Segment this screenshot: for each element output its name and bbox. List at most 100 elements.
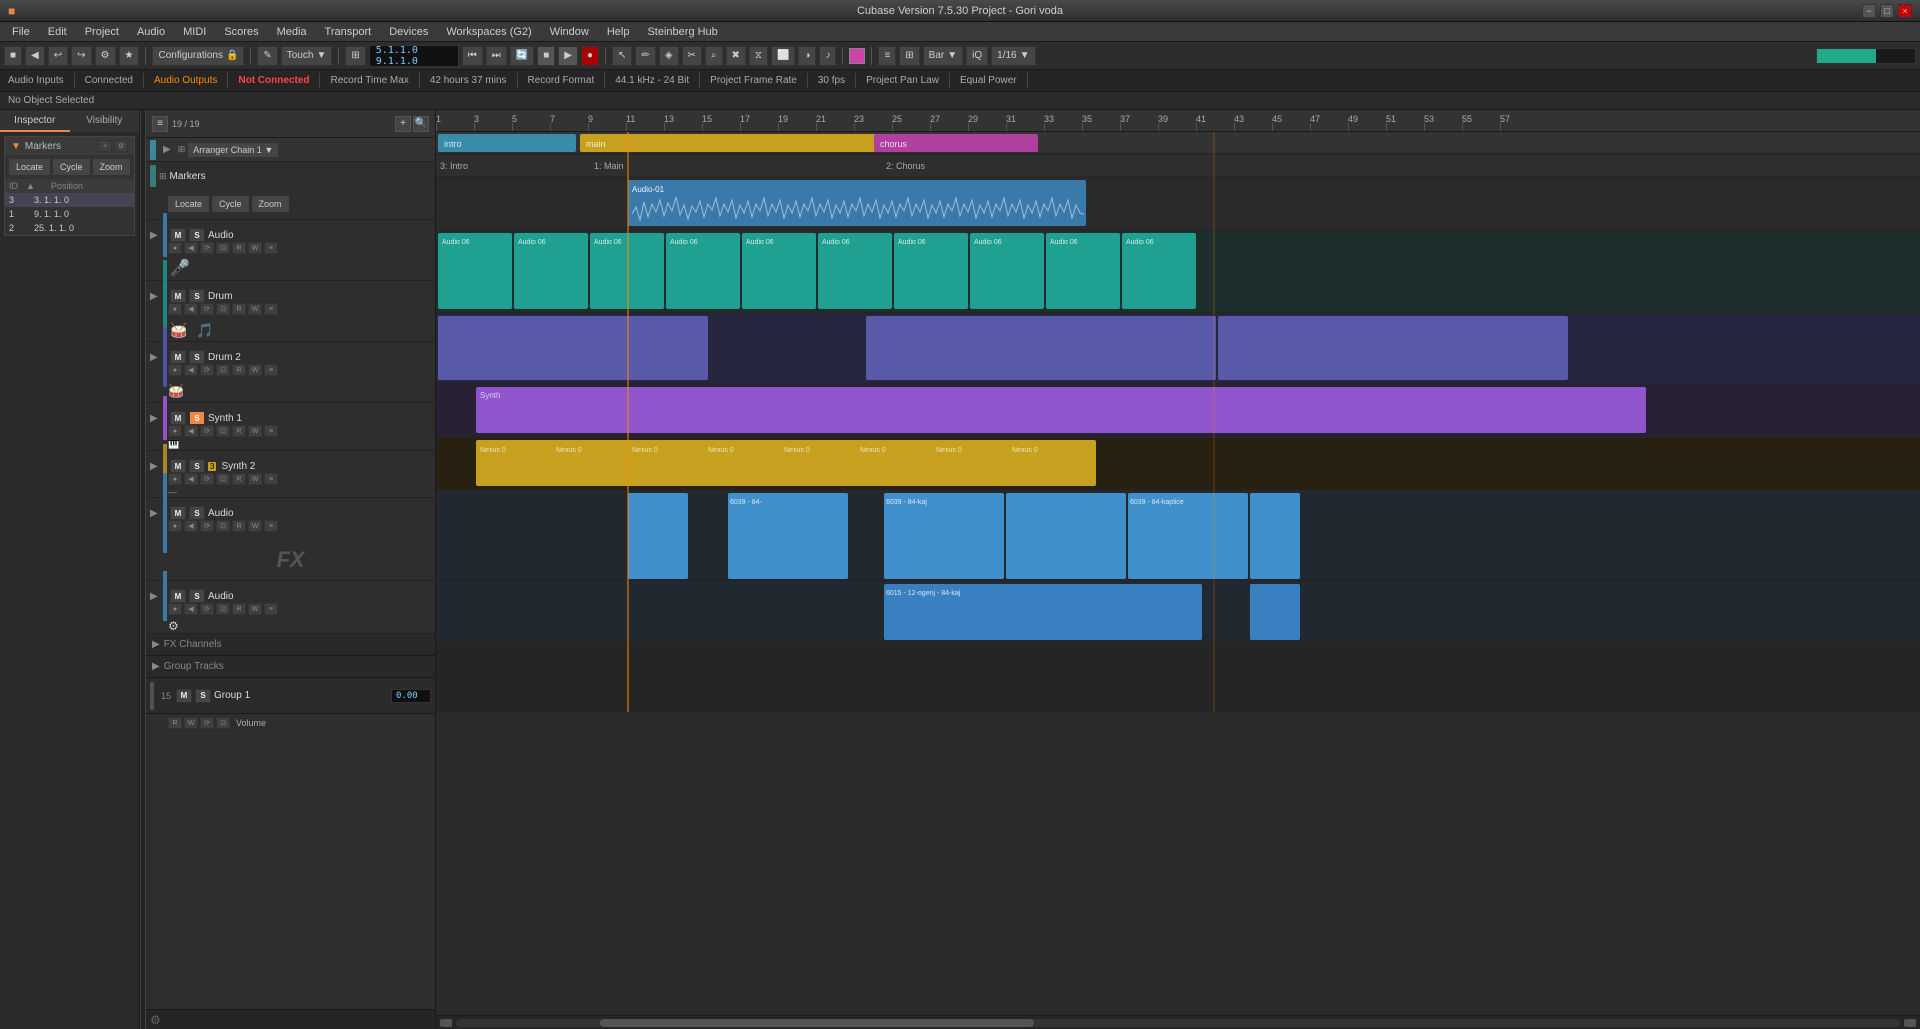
minimize-button[interactable]: − <box>1862 4 1876 18</box>
audio2-ctrl-2[interactable]: ◀ <box>184 520 198 532</box>
configurations-dropdown[interactable]: Configurations 🔒 <box>152 46 244 66</box>
track-synth2-expand[interactable]: ▶ <box>150 461 160 472</box>
inspector-add-btn[interactable]: + <box>98 140 112 152</box>
not-connected-item[interactable]: Not Connected <box>228 73 320 88</box>
synth2-ctrl-3[interactable]: ⟳ <box>200 473 214 485</box>
btn-cycle[interactable]: 🔄 <box>510 46 534 66</box>
track-mute-btn-audio-1[interactable]: M <box>170 228 186 242</box>
btn-erase[interactable]: ◈ <box>659 46 679 66</box>
drum-ctrl-eq[interactable]: ≡ <box>264 303 278 315</box>
markers-locate-btn[interactable]: Locate <box>168 196 209 212</box>
track-solo-audio-2[interactable]: S <box>189 506 205 520</box>
menu-media[interactable]: Media <box>269 24 315 40</box>
project-frame-rate-label[interactable]: Project Frame Rate <box>700 73 808 88</box>
synth1-clip[interactable] <box>476 387 1646 433</box>
track-ctrl-r[interactable]: R <box>232 242 246 254</box>
menu-transport[interactable]: Transport <box>317 24 380 40</box>
arranger-chain-dropdown[interactable]: Arranger Chain 1 ▼ <box>188 143 278 157</box>
track-synth1-expand[interactable]: ▶ <box>150 413 160 424</box>
track-audio3-expand[interactable]: ▶ <box>150 591 160 602</box>
audio-outputs-item[interactable]: Audio Outputs <box>144 73 228 88</box>
toolbar-btn-undo[interactable]: ↩ <box>48 46 68 66</box>
audio2-ctrl-4[interactable]: ⊡ <box>216 520 230 532</box>
btn-range[interactable]: ⬜ <box>771 46 795 66</box>
btn-snap[interactable]: ≡ <box>878 46 896 66</box>
audio2-ctrl-r[interactable]: R <box>232 520 246 532</box>
drum-ctrl-2[interactable]: ◀ <box>184 303 198 315</box>
marker-row-1[interactable]: 1 9. 1. 1. 0 <box>5 207 134 221</box>
drum-ctrl-r[interactable]: R <box>232 303 246 315</box>
track-ctrl-3[interactable]: ⟳ <box>200 242 214 254</box>
track-expand-icon[interactable]: ▶ <box>150 230 160 241</box>
drum2-ctrl-r[interactable]: R <box>232 364 246 376</box>
track-solo-drum-2[interactable]: S <box>189 350 205 364</box>
inspector-markers-header[interactable]: ▼ Markers + ⚙ <box>5 137 134 155</box>
track-solo-audio-3[interactable]: S <box>189 589 205 603</box>
synth2-ctrl-w[interactable]: W <box>248 473 262 485</box>
btn-vel[interactable]: ◑ <box>798 46 816 66</box>
audio2-clip-4[interactable] <box>1006 493 1126 579</box>
btn-split[interactable]: ✂ <box>682 46 702 66</box>
track-ctrl-1[interactable]: ● <box>168 242 182 254</box>
menu-scores[interactable]: Scores <box>216 24 266 40</box>
track-mute-audio-2[interactable]: M <box>170 506 186 520</box>
track-solo-drum-1[interactable]: S <box>189 289 205 303</box>
fx-expand-icon[interactable]: ▶ <box>152 639 160 650</box>
synth1-ctrl-1[interactable]: ● <box>168 425 182 437</box>
menu-devices[interactable]: Devices <box>381 24 436 40</box>
menu-window[interactable]: Window <box>542 24 597 40</box>
synth1-ctrl-r[interactable]: R <box>232 425 246 437</box>
track-list-collapse-btn[interactable]: ≡ <box>152 116 168 132</box>
audio3-ctrl-w[interactable]: W <box>248 603 262 615</box>
track-drum-expand[interactable]: ▶ <box>150 291 160 302</box>
toolbar-btn-1[interactable]: ■ <box>4 46 22 66</box>
audio3-ctrl-r[interactable]: R <box>232 603 246 615</box>
toolbar-btn-2[interactable]: ◀ <box>25 46 45 66</box>
btn-quantize[interactable]: ⊞ <box>899 46 919 66</box>
zoom-button[interactable]: Zoom <box>93 159 130 175</box>
track-mute-drum-1[interactable]: M <box>170 289 186 303</box>
scroll-left-btn[interactable] <box>440 1019 452 1027</box>
horizontal-scrollbar[interactable] <box>456 1019 1900 1027</box>
synth1-ctrl-eq[interactable]: ≡ <box>264 425 278 437</box>
synth2-ctrl-2[interactable]: ◀ <box>184 473 198 485</box>
track-ctrl-eq[interactable]: ≡ <box>264 242 278 254</box>
track-audio2-expand[interactable]: ▶ <box>150 508 160 519</box>
menu-steinberg-hub[interactable]: Steinberg Hub <box>639 24 725 40</box>
scroll-right-btn[interactable] <box>1904 1019 1916 1027</box>
menu-help[interactable]: Help <box>599 24 638 40</box>
audio3-clip-2[interactable] <box>1250 584 1300 640</box>
bar-dropdown[interactable]: Bar ▼ <box>923 46 963 66</box>
markers-zoom-btn[interactable]: Zoom <box>252 196 289 212</box>
menu-audio[interactable]: Audio <box>129 24 173 40</box>
search-tracks-btn[interactable]: 🔍 <box>413 116 429 132</box>
btn-play[interactable]: ▶ <box>558 46 578 66</box>
audio2-clip-1[interactable] <box>628 493 688 579</box>
group-expand-icon[interactable]: ▶ <box>152 661 160 672</box>
touch-dropdown[interactable]: Touch ▼ <box>281 46 333 66</box>
marker-row-2[interactable]: 2 25. 1. 1. 0 <box>5 221 134 235</box>
audio2-ctrl-w[interactable]: W <box>248 520 262 532</box>
marker-row-3[interactable]: 3 3. 1. 1. 0 <box>5 193 134 207</box>
menu-midi[interactable]: MIDI <box>175 24 214 40</box>
drum-ctrl-w[interactable]: W <box>248 303 262 315</box>
toolbar-btn-glue[interactable]: ⚙ <box>95 46 116 66</box>
btn-time-warp[interactable]: ⧖ <box>749 46 768 66</box>
drum-ctrl-1[interactable]: ● <box>168 303 182 315</box>
audio3-ctrl-3[interactable]: ⟳ <box>200 603 214 615</box>
drum2-ctrl-1[interactable]: ● <box>168 364 182 376</box>
track-mute-synth-2[interactable]: M <box>170 459 186 473</box>
track-ctrl-4[interactable]: ⊡ <box>216 242 230 254</box>
btn-speaker[interactable]: ♪ <box>819 46 836 66</box>
btn-zoom[interactable]: ⌕ <box>705 46 723 66</box>
audio2-ctrl-eq[interactable]: ≡ <box>264 520 278 532</box>
synth2-ctrl-4[interactable]: ⊡ <box>216 473 230 485</box>
visibility-tab[interactable]: Visibility <box>70 110 140 132</box>
g1-ctrl-w[interactable]: W <box>184 717 198 729</box>
markers-cycle-btn[interactable]: Cycle <box>212 196 249 212</box>
toolbar-btn-route[interactable]: ⊞ <box>345 46 365 66</box>
synth2-ctrl-eq[interactable]: ≡ <box>264 473 278 485</box>
synth1-ctrl-w[interactable]: W <box>248 425 262 437</box>
synth2-ctrl-1[interactable]: ● <box>168 473 182 485</box>
btn-stop[interactable]: ■ <box>537 46 555 66</box>
